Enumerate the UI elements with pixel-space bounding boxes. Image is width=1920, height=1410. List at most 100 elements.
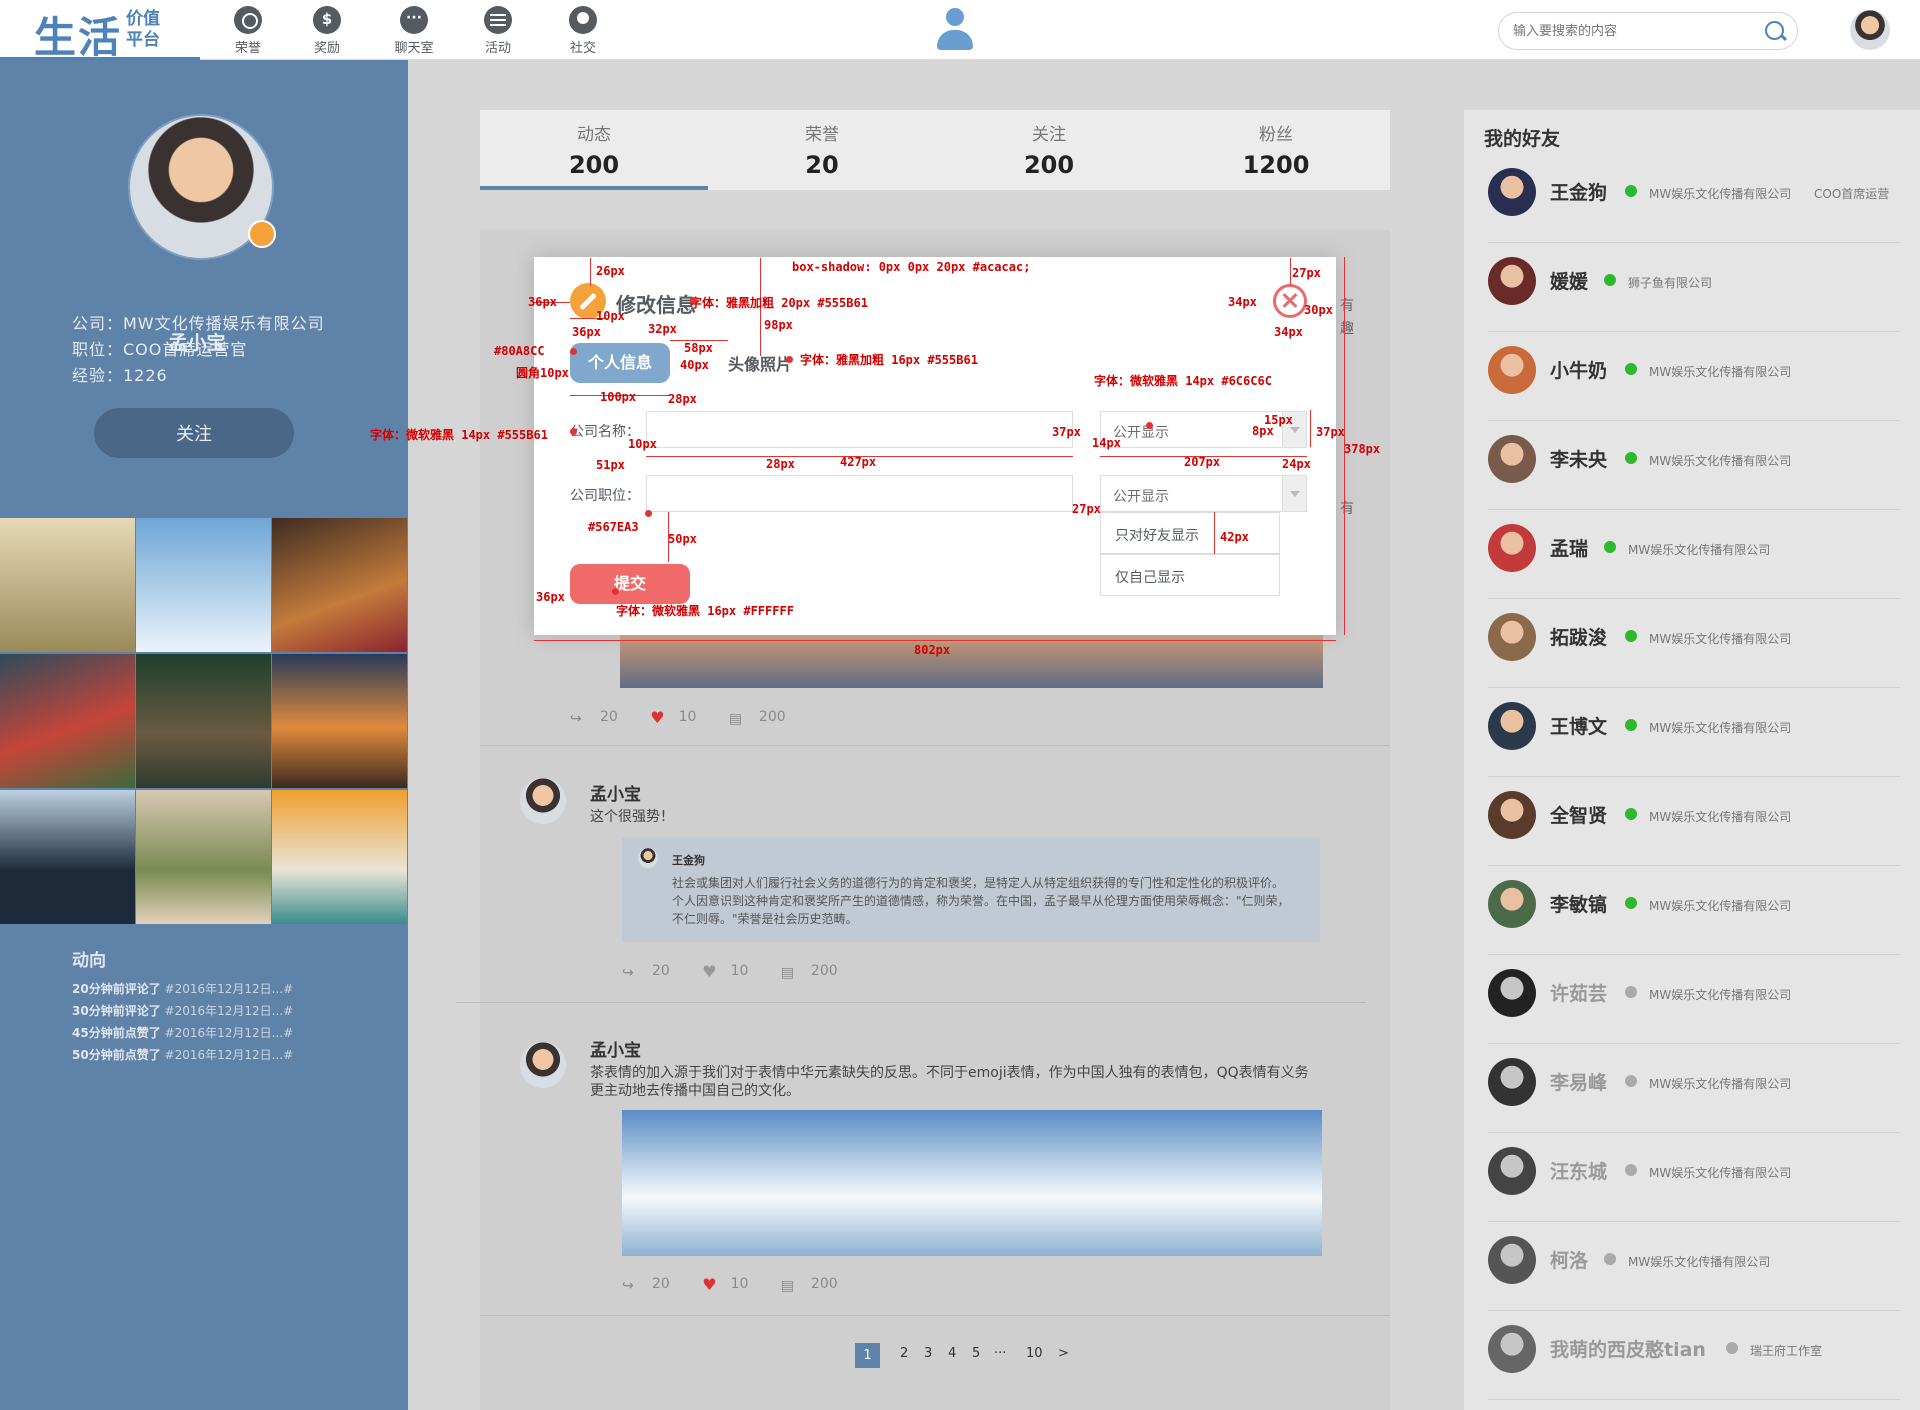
- activity-item[interactable]: 20分钟前评论了 #2016年12月12日...#: [72, 980, 293, 997]
- friend-name[interactable]: 我萌的西皮憨tian: [1550, 1335, 1706, 1362]
- share-stat[interactable]: ↪ 20: [622, 963, 684, 981]
- nav-honor[interactable]: 荣誉: [218, 6, 278, 56]
- comment-stat[interactable]: ▤ 200: [781, 1276, 852, 1294]
- friend-avatar[interactable]: [1488, 168, 1536, 216]
- visibility-option-friends[interactable]: 只对好友显示: [1100, 512, 1280, 554]
- friend-item[interactable]: 媛媛 狮子鱼有限公司: [1464, 243, 1920, 332]
- friend-item[interactable]: 许茹芸 MW娱乐文化传播有限公司: [1464, 955, 1920, 1044]
- photo-thumbnail[interactable]: [136, 790, 271, 924]
- post-author[interactable]: 孟小宝: [590, 1036, 641, 1061]
- stat-following[interactable]: 关注 200: [935, 120, 1163, 179]
- close-icon[interactable]: [1273, 284, 1307, 318]
- activity-item[interactable]: 45分钟前点赞了 #2016年12月12日...#: [72, 1024, 293, 1041]
- page-5-button[interactable]: 5: [972, 1346, 980, 1361]
- photo-thumbnail[interactable]: [136, 518, 271, 652]
- friend-name[interactable]: 拓跋浚: [1550, 623, 1607, 650]
- submit-button[interactable]: 提交: [570, 564, 690, 604]
- photo-thumbnail[interactable]: [136, 654, 271, 788]
- page-10-button[interactable]: 10: [1026, 1346, 1043, 1361]
- friend-avatar[interactable]: [1488, 702, 1536, 750]
- friend-avatar[interactable]: [1488, 1325, 1536, 1373]
- friend-avatar[interactable]: [1488, 1058, 1536, 1106]
- friend-name[interactable]: 孟瑞: [1550, 534, 1588, 561]
- friend-item[interactable]: 孟瑞 MW娱乐文化传播有限公司: [1464, 510, 1920, 599]
- photo-thumbnail[interactable]: [272, 654, 407, 788]
- position-visibility-select[interactable]: 公开显示: [1100, 475, 1307, 512]
- like-stat[interactable]: ♥ 10: [702, 962, 762, 981]
- post-image[interactable]: [620, 630, 1323, 688]
- friend-item[interactable]: 李未央 MW娱乐文化传播有限公司: [1464, 421, 1920, 510]
- next-page-button[interactable]: >: [1058, 1346, 1069, 1361]
- friend-name[interactable]: 全智贤: [1550, 801, 1607, 828]
- search-input[interactable]: [1513, 21, 1753, 41]
- friend-item[interactable]: 李易峰 MW娱乐文化传播有限公司: [1464, 1044, 1920, 1133]
- friend-name[interactable]: 李敏镐: [1550, 890, 1607, 917]
- friend-name[interactable]: 李未央: [1550, 445, 1607, 472]
- friend-name[interactable]: 小牛奶: [1550, 356, 1607, 383]
- friend-item[interactable]: 柯洛 MW娱乐文化传播有限公司: [1464, 1222, 1920, 1311]
- friend-name[interactable]: 媛媛: [1550, 267, 1588, 294]
- follow-button[interactable]: 关注: [94, 408, 294, 458]
- friend-avatar[interactable]: [1488, 524, 1536, 572]
- photo-thumbnail[interactable]: [0, 518, 135, 652]
- stat-honors[interactable]: 荣誉 20: [708, 120, 936, 179]
- page-3-button[interactable]: 3: [924, 1346, 932, 1361]
- share-stat[interactable]: ↪ 20: [622, 1276, 684, 1294]
- visibility-option-self[interactable]: 仅自己显示: [1100, 554, 1280, 596]
- friend-avatar[interactable]: [1488, 880, 1536, 928]
- stat-posts[interactable]: 动态 200: [480, 120, 708, 179]
- nav-chatroom[interactable]: 聊天室: [384, 6, 444, 56]
- friend-item[interactable]: 汪东城 MW娱乐文化传播有限公司: [1464, 1133, 1920, 1222]
- nav-reward[interactable]: 奖励: [297, 6, 357, 56]
- like-stat[interactable]: ♥ 10: [650, 708, 710, 727]
- friend-name[interactable]: 许茹芸: [1550, 979, 1607, 1006]
- search-box[interactable]: [1498, 12, 1798, 50]
- post-image[interactable]: [622, 1110, 1322, 1256]
- friend-item[interactable]: 李敏镐 MW娱乐文化传播有限公司: [1464, 866, 1920, 955]
- like-stat[interactable]: ♥ 10: [702, 1275, 762, 1294]
- company-name-input[interactable]: [646, 411, 1073, 448]
- quoted-post[interactable]: 王金狗 社会或集团对人们履行社会义务的道德行为的肯定和褒奖，是特定人从特定组织获…: [622, 838, 1320, 942]
- edit-avatar-icon[interactable]: [248, 220, 276, 248]
- friend-item[interactable]: 小牛奶 MW娱乐文化传播有限公司: [1464, 332, 1920, 421]
- page-1-button[interactable]: 1: [855, 1343, 880, 1368]
- photo-thumbnail[interactable]: [272, 790, 407, 924]
- nav-social[interactable]: 社交: [553, 6, 613, 56]
- post-author[interactable]: 孟小宝: [590, 780, 641, 805]
- photo-thumbnail[interactable]: [0, 790, 135, 924]
- page-2-button[interactable]: 2: [900, 1346, 908, 1361]
- activity-item[interactable]: 30分钟前评论了 #2016年12月12日...#: [72, 1002, 293, 1019]
- friend-name[interactable]: 李易峰: [1550, 1068, 1607, 1095]
- logo-main[interactable]: 生活: [34, 4, 122, 65]
- activity-item[interactable]: 50分钟前点赞了 #2016年12月12日...#: [72, 1046, 293, 1063]
- friend-item[interactable]: 全智贤 MW娱乐文化传播有限公司: [1464, 777, 1920, 866]
- friend-avatar[interactable]: [1488, 613, 1536, 661]
- search-icon[interactable]: [1763, 19, 1787, 43]
- friend-item[interactable]: 王金狗 MW娱乐文化传播有限公司 COO首席运营: [1464, 154, 1920, 243]
- friend-name[interactable]: 王金狗: [1550, 178, 1607, 205]
- page-4-button[interactable]: 4: [948, 1346, 956, 1361]
- friend-item[interactable]: 我萌的西皮憨tian 瑞王府工作室: [1464, 1311, 1920, 1400]
- friend-avatar[interactable]: [1488, 791, 1536, 839]
- photo-thumbnail[interactable]: [272, 518, 407, 652]
- nav-activity[interactable]: 活动: [468, 6, 528, 56]
- user-avatar[interactable]: [1850, 10, 1890, 50]
- comment-stat[interactable]: ▤ 200: [781, 963, 852, 981]
- photo-thumbnail[interactable]: [0, 654, 135, 788]
- friend-name[interactable]: 王博文: [1550, 712, 1607, 739]
- friend-avatar[interactable]: [1488, 346, 1536, 394]
- share-stat[interactable]: ↪ 20: [570, 709, 632, 727]
- friend-avatar[interactable]: [1488, 257, 1536, 305]
- friend-item[interactable]: 王博文 MW娱乐文化传播有限公司: [1464, 688, 1920, 777]
- company-position-input[interactable]: [646, 475, 1073, 512]
- tab-personal-info[interactable]: 个人信息: [570, 343, 670, 383]
- friend-avatar[interactable]: [1488, 969, 1536, 1017]
- friend-avatar[interactable]: [1488, 1236, 1536, 1284]
- user-center-icon[interactable]: [935, 8, 975, 52]
- friend-avatar[interactable]: [1488, 435, 1536, 483]
- friend-item[interactable]: 拓跋浚 MW娱乐文化传播有限公司: [1464, 599, 1920, 688]
- friend-avatar[interactable]: [1488, 1147, 1536, 1195]
- friend-name[interactable]: 汪东城: [1550, 1157, 1607, 1184]
- post-avatar[interactable]: [520, 1042, 566, 1088]
- stat-fans[interactable]: 粉丝 1200: [1162, 120, 1390, 179]
